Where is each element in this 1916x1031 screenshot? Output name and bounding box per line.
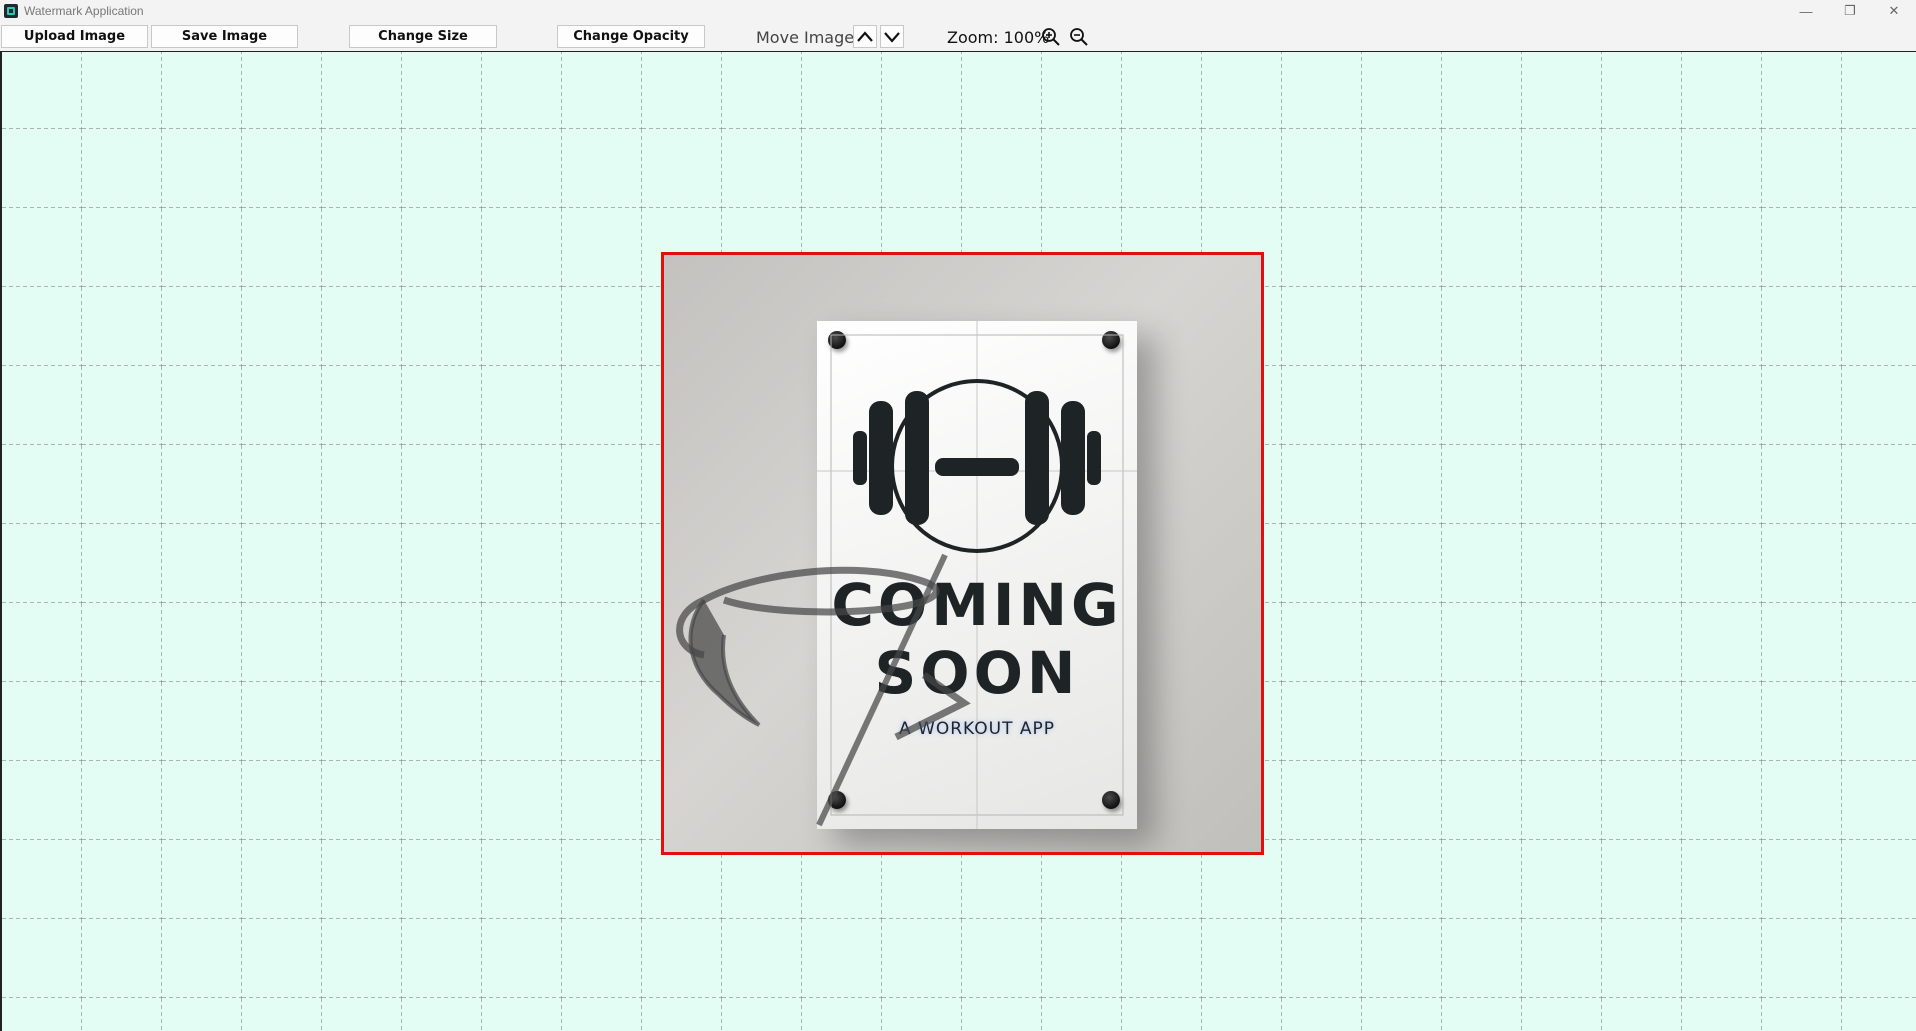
window-controls: — ❐ ✕: [1784, 0, 1916, 22]
zoom-in-icon: [1042, 27, 1060, 46]
close-button[interactable]: ✕: [1872, 0, 1916, 22]
upload-image-button[interactable]: Upload Image: [1, 25, 148, 48]
zoom-in-button[interactable]: [1039, 25, 1063, 48]
dumbbell-icon: [853, 379, 1101, 553]
move-image-label: Move Image:: [756, 28, 860, 47]
save-image-button[interactable]: Save Image: [151, 25, 298, 48]
app-logo-icon: [4, 4, 18, 18]
window-title: Watermark Application: [24, 4, 144, 18]
change-opacity-button[interactable]: Change Opacity: [557, 25, 705, 48]
poster-subtitle: A WORKOUT APP: [899, 719, 1055, 739]
poster: COMING SOON A WORKOUT APP: [817, 321, 1137, 829]
chevron-up-icon: [857, 30, 873, 42]
restore-button[interactable]: ❐: [1828, 0, 1872, 22]
zoom-level-label: Zoom: 100%: [947, 28, 1050, 47]
zoom-out-icon: [1070, 27, 1088, 46]
move-down-button[interactable]: [880, 25, 904, 48]
minimize-button[interactable]: —: [1784, 0, 1828, 22]
chevron-down-icon: [884, 31, 900, 43]
poster-headline-line1: COMING: [831, 571, 1123, 639]
title-bar: Watermark Application — ❐ ✕: [0, 0, 1916, 22]
zoom-out-button[interactable]: [1067, 25, 1091, 48]
change-size-button[interactable]: Change Size: [349, 25, 497, 48]
move-up-button[interactable]: [853, 25, 877, 48]
poster-headline-line2: SOON: [874, 639, 1080, 707]
selected-image[interactable]: COMING SOON A WORKOUT APP: [661, 252, 1264, 855]
toolbar: Upload Image Save Image Change Size Chan…: [0, 22, 1916, 53]
